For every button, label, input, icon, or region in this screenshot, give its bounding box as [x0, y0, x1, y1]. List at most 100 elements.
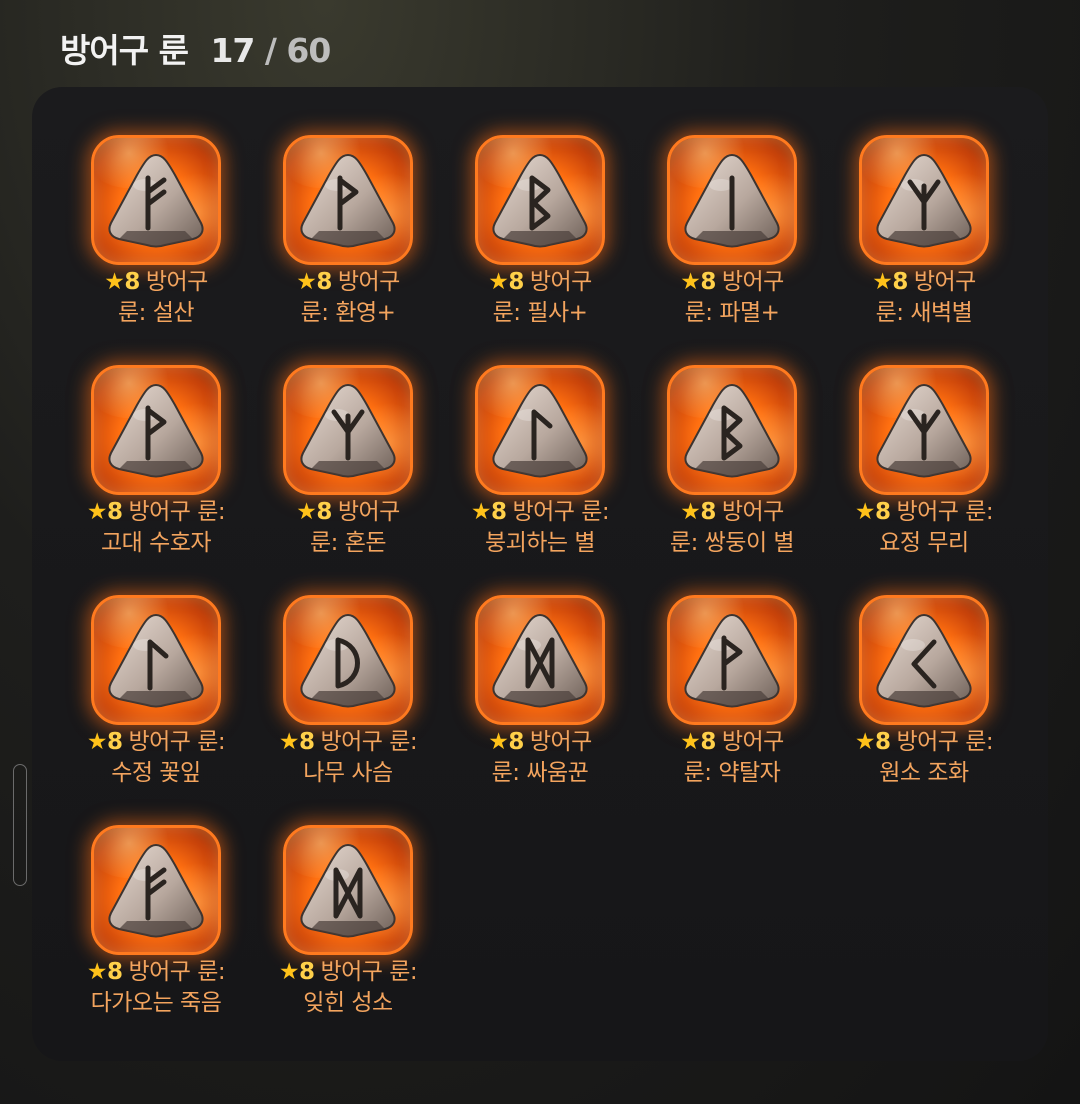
- rune-stone-icon: [283, 365, 413, 495]
- star-icon: ★: [296, 269, 317, 295]
- rune-grid: ★8 방어구 룬: 설산 ★8 방어구 룬: 환영+ ★8 방어구 룬: 필사+ ★8 방어구 룬: …: [75, 133, 1035, 1053]
- rune-name-line2: 룬: 파멸+: [684, 300, 780, 326]
- rune-label: ★8 방어구 룬: 고대 수호자: [75, 497, 237, 559]
- rune-card[interactable]: ★8 방어구 룬: 환영+: [267, 133, 459, 363]
- rune-card[interactable]: ★8 방어구 룬: 수정 꽃잎: [75, 593, 267, 823]
- star-icon: ★: [854, 729, 876, 755]
- rune-glyph-icon: [531, 409, 553, 461]
- rune-stone-icon: [91, 595, 221, 725]
- rune-label: ★8 방어구 룬: 환영+: [267, 267, 429, 329]
- rune-card[interactable]: ★8 방어구 룬: 싸움꾼: [459, 593, 651, 823]
- rune-stone-icon: [475, 135, 605, 265]
- rune-grade: 8: [316, 499, 332, 525]
- rune-grade: 8: [700, 729, 716, 755]
- rune-grade: 8: [700, 269, 716, 295]
- rune-name-line2: 룬: 필사+: [492, 300, 588, 326]
- rune-name-line2: 원소 조화: [879, 760, 969, 786]
- star-icon: ★: [872, 269, 893, 295]
- rune-glyph-icon: [145, 865, 167, 921]
- rune-card[interactable]: ★8 방어구 룬: 고대 수호자: [75, 363, 267, 593]
- rune-card[interactable]: ★8 방어구 룬: 약탈자: [651, 593, 843, 823]
- rune-grade: 8: [874, 729, 891, 755]
- star-icon: ★: [680, 269, 701, 295]
- rune-label: ★8 방어구 룬: 싸움꾼: [459, 727, 621, 789]
- rune-label: ★8 방어구 룬: 새벽별: [843, 267, 1005, 329]
- rune-count-current: 17: [210, 31, 255, 70]
- star-icon: ★: [104, 269, 125, 295]
- rune-label: ★8 방어구 룬: 나무 사슴: [267, 727, 429, 789]
- rune-name-line1: 방어구 룬:: [128, 729, 226, 755]
- rune-name-line1: 방어구: [721, 499, 784, 525]
- rune-card[interactable]: ★8 방어구 룬: 원소 조화: [843, 593, 1035, 823]
- rune-glyph-icon: [529, 175, 551, 231]
- rune-name-line2: 룬: 환영+: [300, 300, 396, 326]
- rune-name-line1: 방어구: [529, 269, 592, 295]
- page-title: 방어구 룬 17 / 60: [60, 24, 331, 72]
- scroll-handle[interactable]: [13, 764, 27, 886]
- rune-glyph-icon: [335, 637, 360, 689]
- rune-name-line1: 방어구: [721, 269, 784, 295]
- rune-label: ★8 방어구 룬: 필사+: [459, 267, 621, 329]
- rune-glyph-icon: [911, 639, 937, 689]
- star-icon: ★: [278, 959, 300, 985]
- rune-label: ★8 방어구 룬: 쌍둥이 별: [651, 497, 813, 559]
- star-icon: ★: [680, 729, 701, 755]
- rune-grade: 8: [106, 499, 123, 525]
- rune-name-line2: 룬: 새벽별: [875, 300, 973, 326]
- rune-name-line1: 방어구 룬:: [896, 499, 994, 525]
- rune-grade: 8: [124, 269, 140, 295]
- rune-label: ★8 방어구 룬: 잊힌 성소: [267, 957, 429, 1019]
- rune-name-line1: 방어구: [721, 729, 784, 755]
- star-icon: ★: [854, 499, 876, 525]
- rune-label: ★8 방어구 룬: 약탈자: [651, 727, 813, 789]
- rune-glyph-icon: [721, 405, 743, 461]
- star-icon: ★: [86, 499, 108, 525]
- rune-card[interactable]: ★8 방어구 룬: 필사+: [459, 133, 651, 363]
- rune-label: ★8 방어구 룬: 붕괴하는 별: [459, 497, 621, 559]
- rune-label: ★8 방어구 룬: 다가오는 죽음: [75, 957, 237, 1019]
- rune-card[interactable]: ★8 방어구 룬: 다가오는 죽음: [75, 823, 267, 1053]
- rune-stone-icon: [859, 135, 989, 265]
- star-icon: ★: [296, 499, 317, 525]
- rune-label: ★8 방어구 룬: 원소 조화: [843, 727, 1005, 789]
- rune-grade: 8: [106, 729, 123, 755]
- rune-name-line2: 요정 무리: [879, 530, 969, 556]
- rune-stone-icon: [283, 135, 413, 265]
- rune-stone-icon: [91, 135, 221, 265]
- rune-name-line1: 방어구: [529, 729, 592, 755]
- rune-card[interactable]: ★8 방어구 룬: 쌍둥이 별: [651, 363, 843, 593]
- rune-grade: 8: [700, 499, 716, 525]
- rune-name-line1: 방어구 룬:: [128, 499, 226, 525]
- rune-stone-icon: [475, 365, 605, 495]
- rune-card[interactable]: ★8 방어구 룬: 새벽별: [843, 133, 1035, 363]
- rune-card[interactable]: ★8 방어구 룬: 혼돈: [267, 363, 459, 593]
- rune-name-line2: 나무 사슴: [303, 760, 393, 786]
- star-icon: ★: [86, 959, 108, 985]
- rune-glyph-icon: [525, 637, 555, 689]
- rune-name-line2: 룬: 싸움꾼: [491, 760, 589, 786]
- rune-card[interactable]: ★8 방어구 룬: 잊힌 성소: [267, 823, 459, 1053]
- rune-grade: 8: [298, 959, 315, 985]
- rune-name-line1: 방어구 룬:: [896, 729, 994, 755]
- rune-label: ★8 방어구 룬: 요정 무리: [843, 497, 1005, 559]
- rune-card[interactable]: ★8 방어구 룬: 붕괴하는 별: [459, 363, 651, 593]
- rune-card[interactable]: ★8 방어구룬: 설산: [75, 133, 267, 363]
- rune-name-line2: 잊힌 성소: [303, 990, 393, 1016]
- rune-glyph-icon: [721, 635, 743, 691]
- rune-name-line1: 방어구: [145, 269, 208, 295]
- rune-stone-icon: [859, 595, 989, 725]
- rune-card[interactable]: ★8 방어구 룬: 요정 무리: [843, 363, 1035, 593]
- rune-card[interactable]: ★8 방어구룬: 파멸+: [651, 133, 843, 363]
- rune-grade: 8: [298, 729, 315, 755]
- rune-name-line2: 룬: 설산: [117, 300, 195, 326]
- rune-panel: ★8 방어구 룬: 설산 ★8 방어구 룬: 환영+ ★8 방어구 룬: 필사+ ★8 방어구 룬: …: [32, 87, 1048, 1061]
- rune-name-line1: 방어구: [337, 499, 400, 525]
- rune-glyph-icon: [729, 175, 735, 231]
- rune-stone-icon: [667, 595, 797, 725]
- star-icon: ★: [86, 729, 108, 755]
- rune-name-line2: 다가오는 죽음: [90, 990, 222, 1016]
- rune-card[interactable]: ★8 방어구 룬: 나무 사슴: [267, 593, 459, 823]
- rune-name-line1: 방어구 룬:: [320, 729, 418, 755]
- title-text: 방어구 룬: [60, 31, 189, 70]
- rune-glyph-icon: [333, 867, 363, 919]
